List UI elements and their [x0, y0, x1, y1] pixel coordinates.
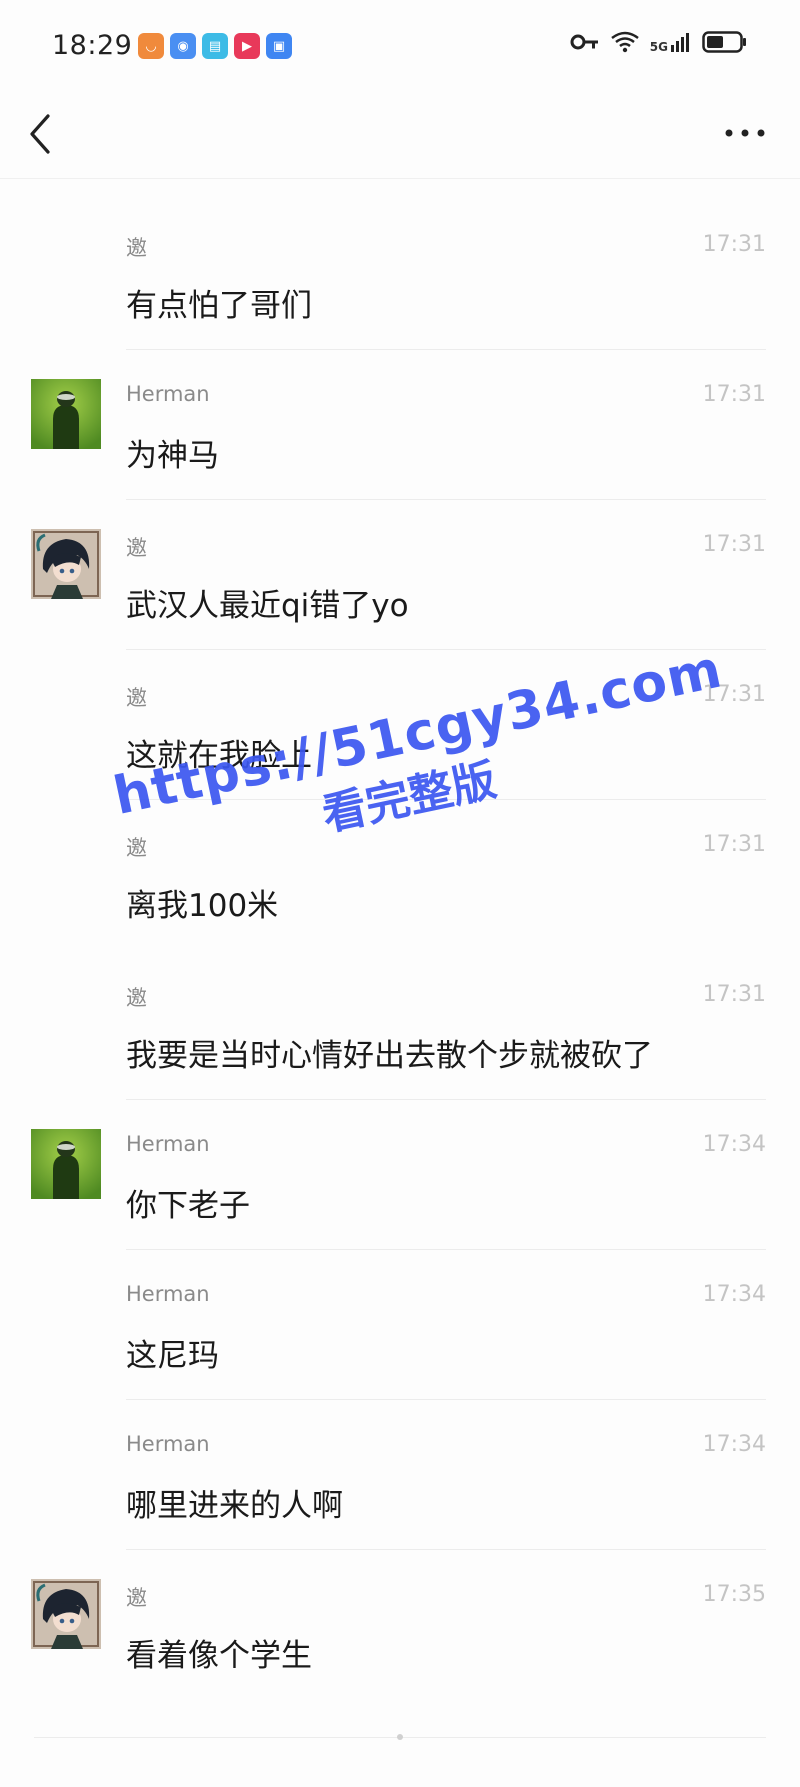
message-time: 17:31	[702, 232, 766, 257]
message-time: 17:34	[702, 1282, 766, 1307]
message-row[interactable]: 邀 17:35 看着像个学生	[0, 1550, 800, 1700]
sender-name: 邀	[126, 536, 147, 560]
taobao-icon: ◡	[138, 33, 164, 59]
message-text: 有点怕了哥们	[126, 288, 312, 324]
notification-icons: ◡ ◉ ▤ ▶ ▣	[138, 33, 292, 59]
sender-name: 邀	[126, 1586, 147, 1610]
message-text: 这就在我脸上	[126, 738, 312, 774]
video-icon: ▶	[234, 33, 260, 59]
cellular-signal: 5G	[650, 31, 692, 53]
nav-bar	[0, 92, 800, 179]
sender-name: 邀	[126, 686, 147, 710]
message-time: 17:31	[702, 832, 766, 857]
key-icon	[570, 34, 598, 50]
battery-icon	[702, 31, 746, 53]
message-time: 17:31	[702, 682, 766, 707]
reader-icon: ▤	[202, 33, 228, 59]
message-time: 17:34	[702, 1432, 766, 1457]
message-text: 你下老子	[126, 1188, 250, 1224]
back-button[interactable]	[22, 110, 62, 158]
message-text: 武汉人最近qi错了yo	[126, 588, 409, 624]
message-row[interactable]: Herman 17:31 为神马	[0, 350, 800, 500]
more-horizontal-icon	[725, 129, 765, 137]
message-row[interactable]: Herman 17:34 你下老子	[0, 1100, 800, 1250]
sender-name: 邀	[126, 236, 147, 260]
more-button[interactable]	[720, 118, 770, 148]
sender-name: Herman	[126, 1432, 210, 1456]
message-text: 哪里进来的人啊	[126, 1488, 343, 1524]
message-row[interactable]: 邀 17:31 我要是当时心情好出去散个步就被砍了	[0, 950, 800, 1100]
message-row[interactable]: Herman 17:34 哪里进来的人啊	[0, 1400, 800, 1550]
message-time: 17:31	[702, 382, 766, 407]
anime-avatar[interactable]	[31, 1579, 101, 1649]
sender-name: Herman	[126, 1282, 210, 1306]
herman-avatar[interactable]	[31, 379, 101, 449]
anime-avatar[interactable]	[31, 529, 101, 599]
chevron-left-icon	[30, 114, 50, 154]
system-status-icons: 5G	[570, 30, 748, 54]
scroll-indicator	[397, 1734, 403, 1740]
wifi-icon	[611, 31, 639, 53]
message-row[interactable]: 邀 17:31 武汉人最近qi错了yo	[0, 500, 800, 650]
message-text: 为神马	[126, 438, 219, 474]
status-bar: 18:29 ◡ ◉ ▤ ▶ ▣ 5G	[0, 0, 800, 92]
message-row[interactable]: 邀 17:31 这就在我脸上	[0, 650, 800, 800]
sender-name: 邀	[126, 836, 147, 860]
signal-bars-icon	[671, 33, 689, 52]
message-time: 17:35	[702, 1582, 766, 1607]
sender-name: 邀	[126, 986, 147, 1010]
message-text: 离我100米	[126, 888, 279, 924]
network-type: 5G	[649, 40, 668, 54]
herman-avatar[interactable]	[31, 1129, 101, 1199]
message-time: 17:31	[702, 532, 766, 557]
status-time: 18:29	[52, 30, 133, 61]
message-time: 17:31	[702, 982, 766, 1007]
sender-name: Herman	[126, 382, 210, 406]
sender-name: Herman	[126, 1132, 210, 1156]
message-text: 这尼玛	[126, 1338, 219, 1374]
wallet-icon: ▣	[266, 33, 292, 59]
message-text: 看着像个学生	[126, 1638, 312, 1674]
message-row[interactable]: 邀 17:31 有点怕了哥们	[0, 200, 800, 350]
message-row[interactable]: 邀 17:31 离我100米	[0, 800, 800, 950]
browser-icon: ◉	[170, 33, 196, 59]
message-row[interactable]: Herman 17:34 这尼玛	[0, 1250, 800, 1400]
message-time: 17:34	[702, 1132, 766, 1157]
message-text: 我要是当时心情好出去散个步就被砍了	[126, 1038, 653, 1074]
